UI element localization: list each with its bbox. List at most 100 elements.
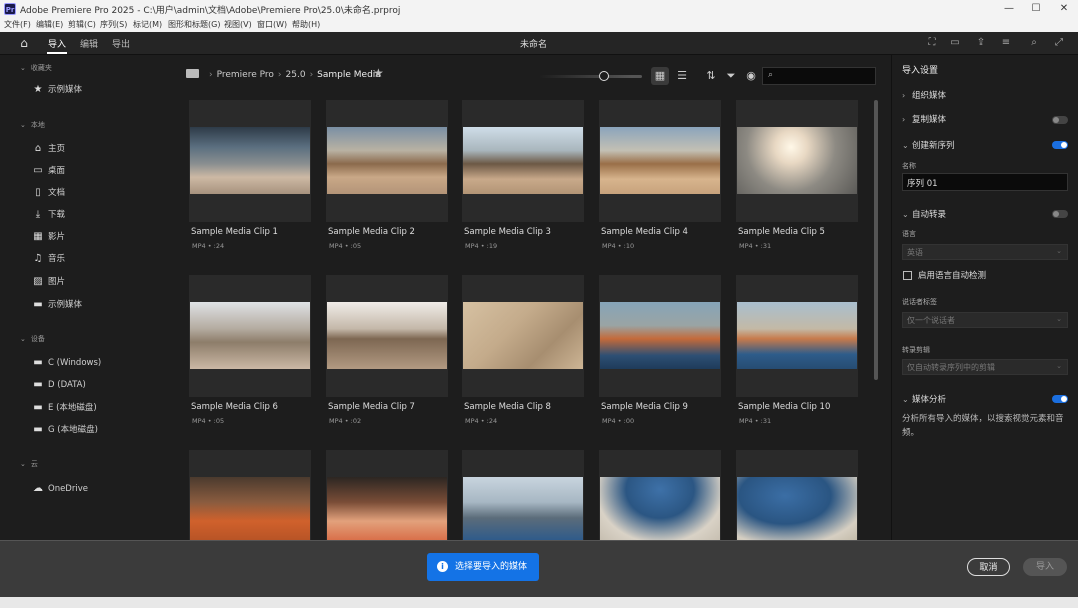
media-card[interactable] <box>599 450 721 540</box>
sidebar-item-home[interactable]: ⌂ 主页 <box>32 142 65 156</box>
auto-transcribe-toggle[interactable] <box>1052 210 1068 218</box>
menu-file[interactable]: 文件(F) <box>4 19 31 30</box>
quick-export-icon[interactable]: ▭ <box>948 36 962 50</box>
section-favorites[interactable]: ⌄ 收藏夹 <box>20 63 52 73</box>
tab-edit[interactable]: 编辑 <box>80 37 98 50</box>
breadcrumb-item[interactable]: 25.0 <box>286 70 306 80</box>
sidebar-item-onedrive[interactable]: ☁ OneDrive <box>32 482 88 496</box>
clip-meta: MP4 • :24 <box>465 417 498 425</box>
tab-import[interactable]: 导入 <box>48 37 66 50</box>
workspaces-icon[interactable]: ⛶ <box>925 36 939 50</box>
sidebar-item-music[interactable]: ♫ 音乐 <box>32 252 66 266</box>
media-card[interactable] <box>326 450 448 540</box>
progress-icon[interactable]: ≡ <box>999 36 1013 50</box>
media-analysis-toggle[interactable] <box>1052 395 1068 403</box>
sidebar-item-drive-g[interactable]: ▬ G (本地磁盘) <box>32 423 98 437</box>
sidebar-item-sample-media-local[interactable]: ▬ 示例媒体 <box>32 298 82 312</box>
menu-sequence[interactable]: 序列(S) <box>100 19 127 30</box>
sidebar-item-sample-media[interactable]: ★ 示例媒体 <box>32 83 83 97</box>
sequence-name-input[interactable]: 序列 01 <box>902 173 1068 191</box>
select-media-alert[interactable]: i 选择要导入的媒体 <box>427 553 539 581</box>
menu-window[interactable]: 窗口(W) <box>257 19 287 30</box>
sidebar-item-videos[interactable]: ▦ 影片 <box>32 230 65 244</box>
copy-media-row[interactable]: › 复制媒体 <box>902 113 946 125</box>
menu-markers[interactable]: 标记(M) <box>133 19 162 30</box>
share-icon[interactable]: ⇪ <box>974 36 988 50</box>
breadcrumb-item[interactable]: Premiere Pro <box>217 70 274 80</box>
speaker-select[interactable]: 仅一个说话者 ⌄ <box>902 312 1068 328</box>
sidebar-item-downloads[interactable]: ⤓ 下载 <box>32 208 65 222</box>
chevron-down-icon: ⌄ <box>902 141 909 150</box>
restore-button[interactable]: ☐ <box>1022 0 1050 18</box>
media-card[interactable]: Sample Media Clip 3 MP4 • :19 <box>462 100 584 250</box>
panel-title: 导入设置 <box>902 66 939 76</box>
clip-meta: MP4 • :31 <box>739 242 772 250</box>
search-icon: ⌕ <box>768 70 774 80</box>
media-analysis-row[interactable]: ⌄ 媒体分析 <box>902 393 946 405</box>
home-icon[interactable]: ⌂ <box>17 36 31 50</box>
media-card[interactable]: Sample Media Clip 9 MP4 • :00 <box>599 275 721 425</box>
media-card[interactable]: Sample Media Clip 1 MP4 • :24 <box>189 100 311 250</box>
clip-thumbnail <box>463 477 583 540</box>
cancel-button[interactable]: 取消 <box>967 558 1010 576</box>
menu-help[interactable]: 帮助(H) <box>292 19 320 30</box>
sidebar-item-drive-d[interactable]: ▬ D (DATA) <box>32 378 86 392</box>
sidebar-item-drive-e[interactable]: ▬ E (本地磁盘) <box>32 401 96 415</box>
section-local[interactable]: ⌄ 本地 <box>20 120 45 130</box>
list-view-button[interactable]: ☰ <box>673 67 691 85</box>
search-help-icon[interactable]: ⌕ <box>1027 36 1041 50</box>
sort-icon[interactable]: ⇅ <box>702 67 720 85</box>
menu-graphics[interactable]: 图形和标题(G) <box>168 19 220 30</box>
tab-export[interactable]: 导出 <box>112 37 130 50</box>
grid-view-button[interactable]: ▦ <box>651 67 669 85</box>
grid-scrollbar[interactable] <box>874 100 878 380</box>
menu-edit[interactable]: 编辑(E) <box>36 19 63 30</box>
clip-name: Sample Media Clip 9 <box>601 402 688 412</box>
sidebar-item-pictures[interactable]: ▨ 图片 <box>32 275 65 289</box>
transcribe-select[interactable]: 仅自动转录序列中的剪辑 ⌄ <box>902 359 1068 375</box>
breadcrumb-item-current[interactable]: Sample Media <box>317 70 381 80</box>
sidebar-item-documents[interactable]: ▯ 文档 <box>32 186 65 200</box>
media-card[interactable]: Sample Media Clip 8 MP4 • :24 <box>462 275 584 425</box>
media-card[interactable]: Sample Media Clip 2 MP4 • :05 <box>326 100 448 250</box>
menu-clip[interactable]: 剪辑(C) <box>68 19 96 30</box>
fullscreen-icon[interactable]: ⤢ <box>1052 36 1066 50</box>
sidebar-item-drive-c[interactable]: ▬ C (Windows) <box>32 356 101 370</box>
media-card[interactable]: Sample Media Clip 7 MP4 • :02 <box>326 275 448 425</box>
favorite-star-icon[interactable]: ★ <box>373 66 384 80</box>
clip-thumbnail <box>190 127 310 194</box>
section-cloud[interactable]: ⌄ 云 <box>20 459 38 469</box>
media-card[interactable] <box>462 450 584 540</box>
auto-detect-checkbox[interactable] <box>903 271 912 280</box>
auto-transcribe-row[interactable]: ⌄ 自动转录 <box>902 208 946 220</box>
clip-meta: MP4 • :19 <box>465 242 498 250</box>
media-card[interactable] <box>189 450 311 540</box>
copy-media-toggle[interactable] <box>1052 116 1068 124</box>
sidebar-item-desktop[interactable]: ▭ 桌面 <box>32 164 65 178</box>
minimize-button[interactable]: — <box>995 0 1023 18</box>
media-card[interactable]: Sample Media Clip 5 MP4 • :31 <box>736 100 858 250</box>
filter-icon[interactable]: ⏷ <box>722 67 740 85</box>
search-input[interactable] <box>781 69 875 85</box>
import-button[interactable]: 导入 <box>1023 558 1067 576</box>
language-select[interactable]: 英语 ⌄ <box>902 244 1068 260</box>
search-field[interactable]: ⌕ <box>762 67 876 85</box>
folder-icon[interactable] <box>186 69 199 78</box>
media-card[interactable] <box>736 450 858 540</box>
clip-thumbnail <box>327 477 447 540</box>
thumbnail-size-slider[interactable] <box>539 75 642 78</box>
chevron-right-icon: › <box>902 91 906 100</box>
music-icon: ♫ <box>33 253 43 264</box>
clip-thumbnail <box>190 302 310 369</box>
section-devices[interactable]: ⌄ 设备 <box>20 334 45 344</box>
slider-handle[interactable] <box>599 71 609 81</box>
close-button[interactable]: ✕ <box>1050 0 1078 18</box>
new-sequence-toggle[interactable] <box>1052 141 1068 149</box>
eye-icon[interactable]: ◉ <box>742 67 760 85</box>
organize-media-row[interactable]: › 组织媒体 <box>902 89 946 101</box>
new-sequence-row[interactable]: ⌄ 创建新序列 <box>902 139 955 151</box>
media-card[interactable]: Sample Media Clip 4 MP4 • :10 <box>599 100 721 250</box>
media-card[interactable]: Sample Media Clip 10 MP4 • :31 <box>736 275 858 425</box>
menu-view[interactable]: 视图(V) <box>224 19 252 30</box>
media-card[interactable]: Sample Media Clip 6 MP4 • :05 <box>189 275 311 425</box>
